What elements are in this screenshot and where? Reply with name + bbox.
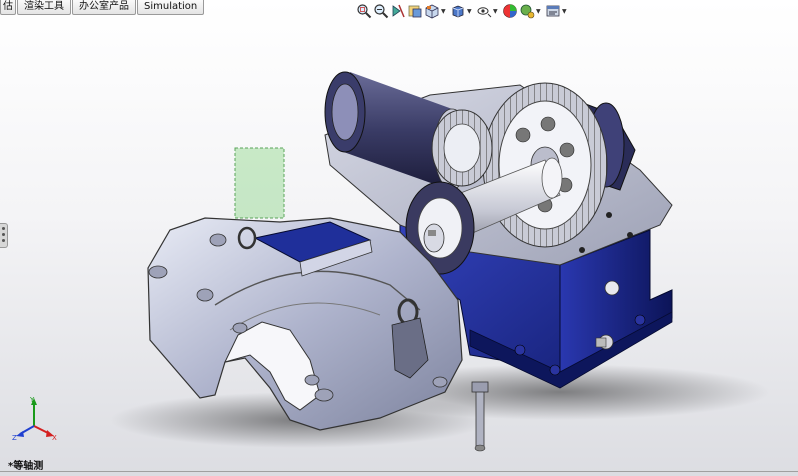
tab-office-products[interactable]: 办公室产品 (72, 0, 136, 15)
view-settings-icon[interactable] (545, 3, 561, 19)
heads-up-view-toolbar: ▼ ▼ ▼ ▼ ▼ (356, 2, 571, 20)
hide-show-icon[interactable] (476, 3, 492, 19)
view-orientation-icon[interactable] (424, 3, 440, 19)
command-manager-tabs: 估 渲染工具 办公室产品 Simulation (0, 0, 205, 15)
display-style-icon[interactable] (450, 3, 466, 19)
hide-show-dropdown-icon[interactable]: ▼ (493, 3, 499, 19)
panel-collapse-handle[interactable] (0, 223, 8, 248)
view-orientation-dropdown-icon[interactable]: ▼ (441, 3, 447, 19)
display-style-dropdown-icon[interactable]: ▼ (467, 3, 473, 19)
triad-z-label: Z (12, 434, 17, 442)
previous-view-icon[interactable] (390, 3, 406, 19)
zoom-to-fit-icon[interactable] (356, 3, 372, 19)
section-view-icon[interactable] (407, 3, 423, 19)
scene-dropdown-icon[interactable]: ▼ (536, 3, 542, 19)
gearbox-assembly-model[interactable] (0, 0, 798, 476)
view-orientation-label: *等轴测 (8, 461, 44, 472)
view-settings-dropdown-icon[interactable]: ▼ (562, 3, 568, 19)
scene-icon[interactable] (519, 3, 535, 19)
zoom-area-icon[interactable] (373, 3, 389, 19)
triad-x-label: X (52, 434, 57, 442)
graphics-area[interactable]: 估 渲染工具 办公室产品 Simulation ▼ ▼ ▼ ▼ ▼ Y X Z … (0, 0, 798, 476)
appearance-icon[interactable] (502, 3, 518, 19)
tab-evaluate[interactable]: 估 (0, 0, 16, 15)
reference-triad: Y X Z (12, 396, 57, 442)
tab-render-tools[interactable]: 渲染工具 (17, 0, 71, 15)
status-divider (0, 471, 798, 472)
tab-simulation[interactable]: Simulation (137, 0, 205, 15)
triad-y-label: Y (29, 396, 35, 404)
